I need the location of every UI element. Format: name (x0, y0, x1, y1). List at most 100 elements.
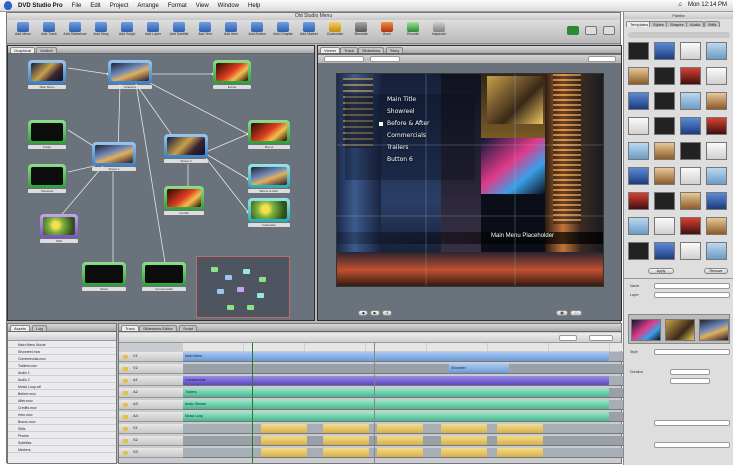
template-thumbnail[interactable] (654, 67, 675, 85)
viewer-zoom-popup[interactable] (588, 56, 616, 62)
track-header[interactable]: V1 (119, 352, 183, 362)
asset-row[interactable]: Credits.mov (8, 405, 116, 411)
template-thumbnail[interactable] (628, 42, 649, 60)
track-visibility-icon[interactable] (123, 379, 128, 383)
asset-row[interactable]: Audio 1 (8, 370, 116, 376)
template-thumbnail[interactable] (628, 92, 649, 110)
track-visibility-icon[interactable] (123, 403, 128, 407)
template-thumbnail[interactable] (680, 117, 701, 135)
subtitle-clip[interactable] (441, 436, 487, 445)
menu-view[interactable]: View (196, 3, 209, 9)
volume-icon[interactable]: ♫ (677, 2, 682, 8)
asset-row[interactable]: Showreel.mov (8, 349, 116, 355)
end-field[interactable] (654, 442, 730, 448)
graph-node-trailer[interactable]: Trailer (28, 120, 66, 149)
inspector-button[interactable]: Inspector (427, 22, 451, 42)
track-header[interactable]: V2 (119, 364, 183, 374)
template-thumbnail[interactable] (628, 242, 649, 260)
template-thumbnail[interactable] (706, 67, 727, 85)
graph-node-music[interactable]: Music (82, 262, 126, 291)
subtitle-clip[interactable] (377, 448, 423, 457)
template-thumbnail[interactable] (680, 142, 701, 160)
menu-format[interactable]: Format (168, 3, 187, 9)
add-text-button[interactable]: Add Text (193, 22, 217, 42)
template-thumbnail[interactable] (654, 192, 675, 210)
asset-row[interactable]: Photos (8, 433, 116, 439)
add-marker-button[interactable]: Add Marker (297, 22, 321, 42)
menu-window[interactable]: Window (218, 3, 239, 9)
subtitle-clip[interactable] (261, 424, 307, 433)
graph-node-chapters[interactable]: Chapters (108, 60, 152, 89)
burn-button[interactable]: Burn (375, 22, 399, 42)
add-menu-button[interactable]: Add Menu (11, 22, 35, 42)
menu-canvas[interactable]: Main Title Showreel Before & After Comme… (336, 73, 604, 287)
tab-stills[interactable]: Stills (704, 21, 721, 27)
track-header[interactable]: A1 (119, 376, 183, 386)
template-thumbnail[interactable] (680, 67, 701, 85)
tab-script-editor[interactable]: Script (179, 325, 198, 331)
track-header[interactable]: A3 (119, 400, 183, 410)
template-thumbnail[interactable] (654, 42, 675, 60)
template-thumbnail[interactable] (706, 217, 727, 235)
timeline-clip[interactable]: Music Loop (183, 412, 609, 421)
duration-field-2[interactable] (670, 378, 710, 384)
subtitle-clip[interactable] (497, 424, 543, 433)
asset-row[interactable]: Audio 2 (8, 377, 116, 383)
template-thumbnail[interactable] (628, 142, 649, 160)
subtitle-clip[interactable] (377, 424, 423, 433)
duration-field[interactable] (670, 369, 710, 375)
asset-row[interactable]: Main Menu Movie (8, 342, 116, 348)
track-header[interactable]: S3 (119, 448, 183, 458)
customize-button[interactable]: Customize (323, 22, 347, 42)
viewer-popup[interactable] (370, 56, 400, 62)
menu-project[interactable]: Project (110, 3, 129, 9)
add-subtitle-button[interactable]: Add Subtitle (167, 22, 191, 42)
template-thumbnail[interactable] (654, 217, 675, 235)
track-header[interactable]: S2 (119, 436, 183, 446)
template-thumbnail[interactable] (680, 42, 701, 60)
menu-arrange[interactable]: Arrange (137, 3, 158, 9)
add-chapter-button[interactable]: Add Chapter (271, 22, 295, 42)
grid-toggle[interactable]: ▦ (556, 310, 568, 316)
tab-story[interactable]: Story (386, 47, 404, 53)
add-layer-button[interactable]: Add Layer (141, 22, 165, 42)
template-thumbnail[interactable] (706, 42, 727, 60)
track-lane[interactable] (183, 364, 623, 374)
asset-row[interactable]: Music Loop.aif (8, 384, 116, 390)
template-thumbnail[interactable] (706, 242, 727, 260)
tab-assets[interactable]: Assets (10, 325, 31, 331)
tab-viewer[interactable]: Viewer (320, 47, 341, 53)
asset-field[interactable] (654, 420, 730, 426)
loop-button[interactable]: ↺ (382, 310, 392, 316)
template-thumbnail[interactable] (680, 92, 701, 110)
asset-row[interactable]: Subtitles (8, 440, 116, 446)
track-visibility-icon[interactable] (123, 391, 128, 395)
tab-shapes[interactable]: Shapes (666, 21, 688, 27)
subtitle-clip[interactable] (323, 448, 369, 457)
template-thumbnail[interactable] (706, 192, 727, 210)
template-thumbnail[interactable] (654, 142, 675, 160)
tab-track[interactable]: Track (340, 47, 358, 53)
menu-edit[interactable]: Edit (90, 3, 100, 9)
preview-thumbnail[interactable] (631, 319, 661, 341)
tab-audio[interactable]: Audio (686, 21, 705, 27)
style-field[interactable] (654, 349, 730, 355)
add-script-button[interactable]: Add Script (115, 22, 139, 42)
track-visibility-icon[interactable] (123, 439, 128, 443)
track-header[interactable]: A2 (119, 388, 183, 398)
graph-node-main-menu[interactable]: Main Menu (28, 60, 66, 89)
template-thumbnail[interactable] (654, 117, 675, 135)
add-story-button[interactable]: Add Story (89, 22, 113, 42)
next-button[interactable]: ▶ (370, 310, 380, 316)
menu-app[interactable]: DVD Studio Pro (18, 3, 63, 9)
graph-node-showreel[interactable]: Showreel (28, 164, 66, 193)
asset-row[interactable]: Trailers.mov (8, 363, 116, 369)
graph-node-scene-2[interactable]: Scene 2 (164, 134, 208, 163)
template-thumbnail[interactable] (628, 67, 649, 85)
track-header[interactable]: A4 (119, 412, 183, 422)
prev-button[interactable]: ◀ (358, 310, 368, 316)
add-button-button[interactable]: Add Button (245, 22, 269, 42)
template-thumbnail[interactable] (628, 117, 649, 135)
subtitle-clip[interactable] (261, 448, 307, 457)
graph-node-bonus[interactable]: Bonus (248, 120, 290, 149)
